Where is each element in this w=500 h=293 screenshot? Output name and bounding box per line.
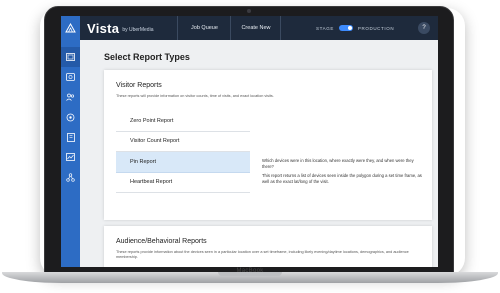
- sidebar-item-building[interactable]: [61, 127, 80, 147]
- report-detail-description: This report returns a list of devices se…: [262, 173, 422, 184]
- report-item-heartbeat[interactable]: Heartbeat Report: [116, 173, 250, 193]
- top-navbar: Vista by UberMedia Job Queue Create New …: [61, 16, 438, 40]
- report-item-zero-point[interactable]: Zero Point Report: [116, 111, 250, 132]
- report-item-visitor-count[interactable]: Visitor Count Report: [116, 132, 250, 152]
- audience-reports-description: These reports provide information about …: [116, 250, 409, 259]
- help-button[interactable]: ?: [418, 22, 430, 34]
- environment-switch: STAGE PRODUCTION: [316, 16, 394, 40]
- map-icon: [66, 73, 75, 81]
- environment-toggle[interactable]: [338, 25, 353, 31]
- env-production-label: PRODUCTION: [357, 25, 395, 31]
- sidebar-item-location-settings[interactable]: [61, 107, 80, 127]
- users-icon: [66, 93, 75, 101]
- sidebar-item-chart[interactable]: [61, 147, 80, 167]
- logo[interactable]: [61, 16, 80, 40]
- image-icon: [66, 53, 75, 61]
- building-icon: [66, 132, 75, 142]
- laptop-scene: Vista by UberMedia Job Queue Create New …: [0, 0, 500, 293]
- main-content: Select Report Types Visitor Reports Thes…: [80, 40, 438, 267]
- report-type-list: Zero Point Report Visitor Count Report P…: [116, 111, 250, 193]
- report-item-pin[interactable]: Pin Report: [116, 152, 250, 173]
- env-stage-label: STAGE: [316, 25, 334, 31]
- sidebar-item-network[interactable]: [61, 167, 80, 187]
- sidebar-item-users[interactable]: [61, 87, 80, 107]
- audience-reports-card: Audience/Behavioral Reports These report…: [104, 226, 432, 267]
- app-title: Vista: [87, 20, 120, 36]
- app-byline: by UberMedia: [122, 27, 154, 33]
- sidebar-item-map[interactable]: [61, 67, 80, 87]
- app-screen: Vista by UberMedia Job Queue Create New …: [61, 16, 438, 267]
- chart-icon: [66, 153, 75, 161]
- visitor-reports-title: Visitor Reports: [116, 82, 162, 89]
- location-settings-icon: [66, 113, 75, 121]
- mountain-logo-icon: [65, 23, 76, 33]
- camera-dot: [247, 9, 251, 13]
- visitor-reports-card: Visitor Reports These reports will provi…: [104, 70, 432, 220]
- audience-reports-title: Audience/Behavioral Reports: [116, 238, 207, 245]
- network-icon: [66, 172, 75, 182]
- visitor-reports-description: These reports will provide information o…: [116, 94, 274, 98]
- report-detail-panel: Which devices were in this location, whe…: [262, 158, 422, 188]
- sidebar-item-images[interactable]: [61, 47, 80, 67]
- report-detail-question: Which devices were in this location, whe…: [262, 158, 414, 169]
- laptop-brand-label: MacBook: [236, 268, 264, 274]
- nav-create-new[interactable]: Create New: [230, 16, 282, 40]
- page-title: Select Report Types: [104, 52, 190, 62]
- sidebar: [61, 40, 80, 267]
- nav-job-queue[interactable]: Job Queue: [177, 16, 230, 40]
